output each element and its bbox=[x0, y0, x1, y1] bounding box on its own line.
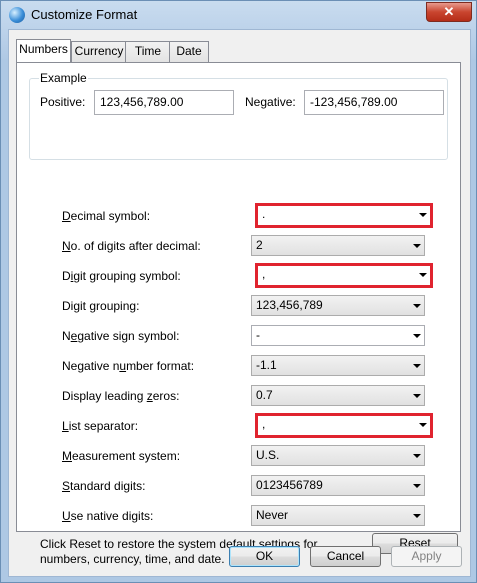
accelerator-key: U bbox=[62, 509, 71, 523]
positive-example-field[interactable]: 123,456,789.00 bbox=[94, 90, 234, 115]
dropdown-arrow-icon[interactable] bbox=[413, 484, 421, 488]
digit-grouping-combobox[interactable]: 123,456,789 bbox=[251, 295, 425, 316]
label-text: ecimal symbol: bbox=[70, 209, 151, 223]
use-native-digits-label: Use native digits: bbox=[62, 509, 153, 523]
ok-button[interactable]: OK bbox=[229, 546, 300, 567]
negative-sign-symbol-label: Negative sign symbol: bbox=[62, 329, 179, 343]
accelerator-key: D bbox=[62, 209, 71, 223]
label-text: git grouping symbol: bbox=[73, 269, 181, 283]
reset-note: Click Reset to restore the system defaul… bbox=[40, 537, 318, 566]
tab-numbers[interactable]: Numbers bbox=[16, 39, 71, 62]
accelerator-key: S bbox=[62, 479, 71, 493]
use-native-digits-combobox[interactable]: Never bbox=[251, 505, 425, 526]
title-bar[interactable]: Customize Format ✕ bbox=[1, 1, 476, 29]
dialog-client-area: Numbers Currency Time Date Example Posit… bbox=[8, 29, 471, 577]
dropdown-arrow-icon[interactable] bbox=[413, 304, 421, 308]
dropdown-arrow-icon[interactable] bbox=[413, 244, 421, 248]
digit-grouping-label: Digit grouping: bbox=[62, 299, 139, 313]
decimal-symbol-combobox[interactable]: . bbox=[258, 206, 430, 225]
negative-number-format-value: -1.1 bbox=[256, 358, 277, 372]
negative-example-field[interactable]: -123,456,789.00 bbox=[304, 90, 444, 115]
negative-number-format-combobox[interactable]: -1.1 bbox=[251, 355, 425, 376]
example-group-label: Example bbox=[39, 71, 88, 85]
example-group: Example Positive: 123,456,789.00 Negativ… bbox=[29, 71, 448, 160]
list-separator-value: , bbox=[262, 417, 266, 431]
list-separator-highlight-box: , bbox=[255, 413, 433, 438]
digit-grouping-symbol-highlight-box: , bbox=[255, 263, 433, 288]
label-text: Digit bbox=[62, 299, 90, 313]
negative-label: Negative: bbox=[245, 95, 296, 109]
digit-grouping-symbol-value: , bbox=[262, 267, 266, 281]
dropdown-arrow-icon[interactable] bbox=[419, 273, 427, 277]
measurement-system-value: U.S. bbox=[256, 448, 280, 462]
digit-grouping-value: 123,456,789 bbox=[256, 298, 323, 312]
measurement-system-combobox[interactable]: U.S. bbox=[251, 445, 425, 466]
digit-grouping-symbol-combobox[interactable]: , bbox=[258, 266, 430, 285]
customize-format-window: Customize Format ✕ Numbers Currency Time… bbox=[0, 0, 477, 583]
digits-after-decimal-label: No. of digits after decimal: bbox=[62, 239, 201, 253]
display-leading-zeros-value: 0.7 bbox=[256, 388, 273, 402]
tab-currency[interactable]: Currency bbox=[71, 41, 127, 62]
decimal-symbol-highlight-box: . bbox=[255, 203, 433, 228]
tab-date[interactable]: Date bbox=[169, 41, 209, 62]
dropdown-arrow-icon[interactable] bbox=[419, 213, 427, 217]
label-text: easurement system: bbox=[72, 449, 181, 463]
positive-label: Positive: bbox=[40, 95, 86, 109]
label-text: o. of digits after decimal: bbox=[70, 239, 201, 253]
dropdown-arrow-icon[interactable] bbox=[413, 334, 421, 338]
label-text: se native digits: bbox=[70, 509, 154, 523]
digits-after-decimal-value: 2 bbox=[256, 238, 263, 252]
apply-button[interactable]: Apply bbox=[391, 546, 462, 567]
globe-icon bbox=[9, 7, 25, 23]
label-text: mber format: bbox=[126, 359, 195, 373]
close-button[interactable]: ✕ bbox=[426, 2, 472, 22]
list-separator-label: List separator: bbox=[62, 419, 138, 433]
dropdown-arrow-icon[interactable] bbox=[413, 364, 421, 368]
cancel-button[interactable]: Cancel bbox=[310, 546, 381, 567]
numbers-tab-panel: Example Positive: 123,456,789.00 Negativ… bbox=[16, 62, 461, 566]
accelerator-key: N bbox=[62, 239, 71, 253]
tab-time[interactable]: Time bbox=[125, 41, 171, 62]
digits-after-decimal-combobox[interactable]: 2 bbox=[251, 235, 425, 256]
label-text: eros: bbox=[152, 389, 180, 403]
use-native-digits-value: Never bbox=[256, 508, 289, 522]
dropdown-arrow-icon[interactable] bbox=[413, 394, 421, 398]
decimal-symbol-label: Decimal symbol: bbox=[62, 209, 150, 223]
label-text: D bbox=[62, 269, 71, 283]
label-text: tandard digits: bbox=[70, 479, 146, 493]
standard-digits-label: Standard digits: bbox=[62, 479, 145, 493]
list-separator-combobox[interactable]: , bbox=[258, 416, 430, 435]
label-text: Display leading bbox=[62, 389, 147, 403]
label-text: rouping: bbox=[96, 299, 140, 313]
display-leading-zeros-combobox[interactable]: 0.7 bbox=[251, 385, 425, 406]
label-text: gative sign symbol: bbox=[77, 329, 180, 343]
accelerator-key: M bbox=[62, 449, 72, 463]
standard-digits-combobox[interactable]: 0123456789 bbox=[251, 475, 425, 496]
label-text: ist separator: bbox=[68, 419, 139, 433]
dropdown-arrow-icon[interactable] bbox=[419, 423, 427, 427]
decimal-symbol-value: . bbox=[262, 207, 266, 221]
label-text: N bbox=[62, 329, 71, 343]
standard-digits-value: 0123456789 bbox=[256, 478, 323, 492]
dropdown-arrow-icon[interactable] bbox=[413, 454, 421, 458]
accelerator-key: L bbox=[62, 419, 69, 433]
negative-sign-symbol-combobox[interactable]: - bbox=[251, 325, 425, 346]
negative-number-format-label: Negative number format: bbox=[62, 359, 194, 373]
digit-grouping-symbol-label: Digit grouping symbol: bbox=[62, 269, 181, 283]
label-text: Negative n bbox=[62, 359, 120, 373]
negative-sign-symbol-value: - bbox=[256, 328, 260, 342]
dropdown-arrow-icon[interactable] bbox=[413, 514, 421, 518]
measurement-system-label: Measurement system: bbox=[62, 449, 180, 463]
display-leading-zeros-label: Display leading zeros: bbox=[62, 389, 179, 403]
window-title: Customize Format bbox=[31, 7, 138, 22]
